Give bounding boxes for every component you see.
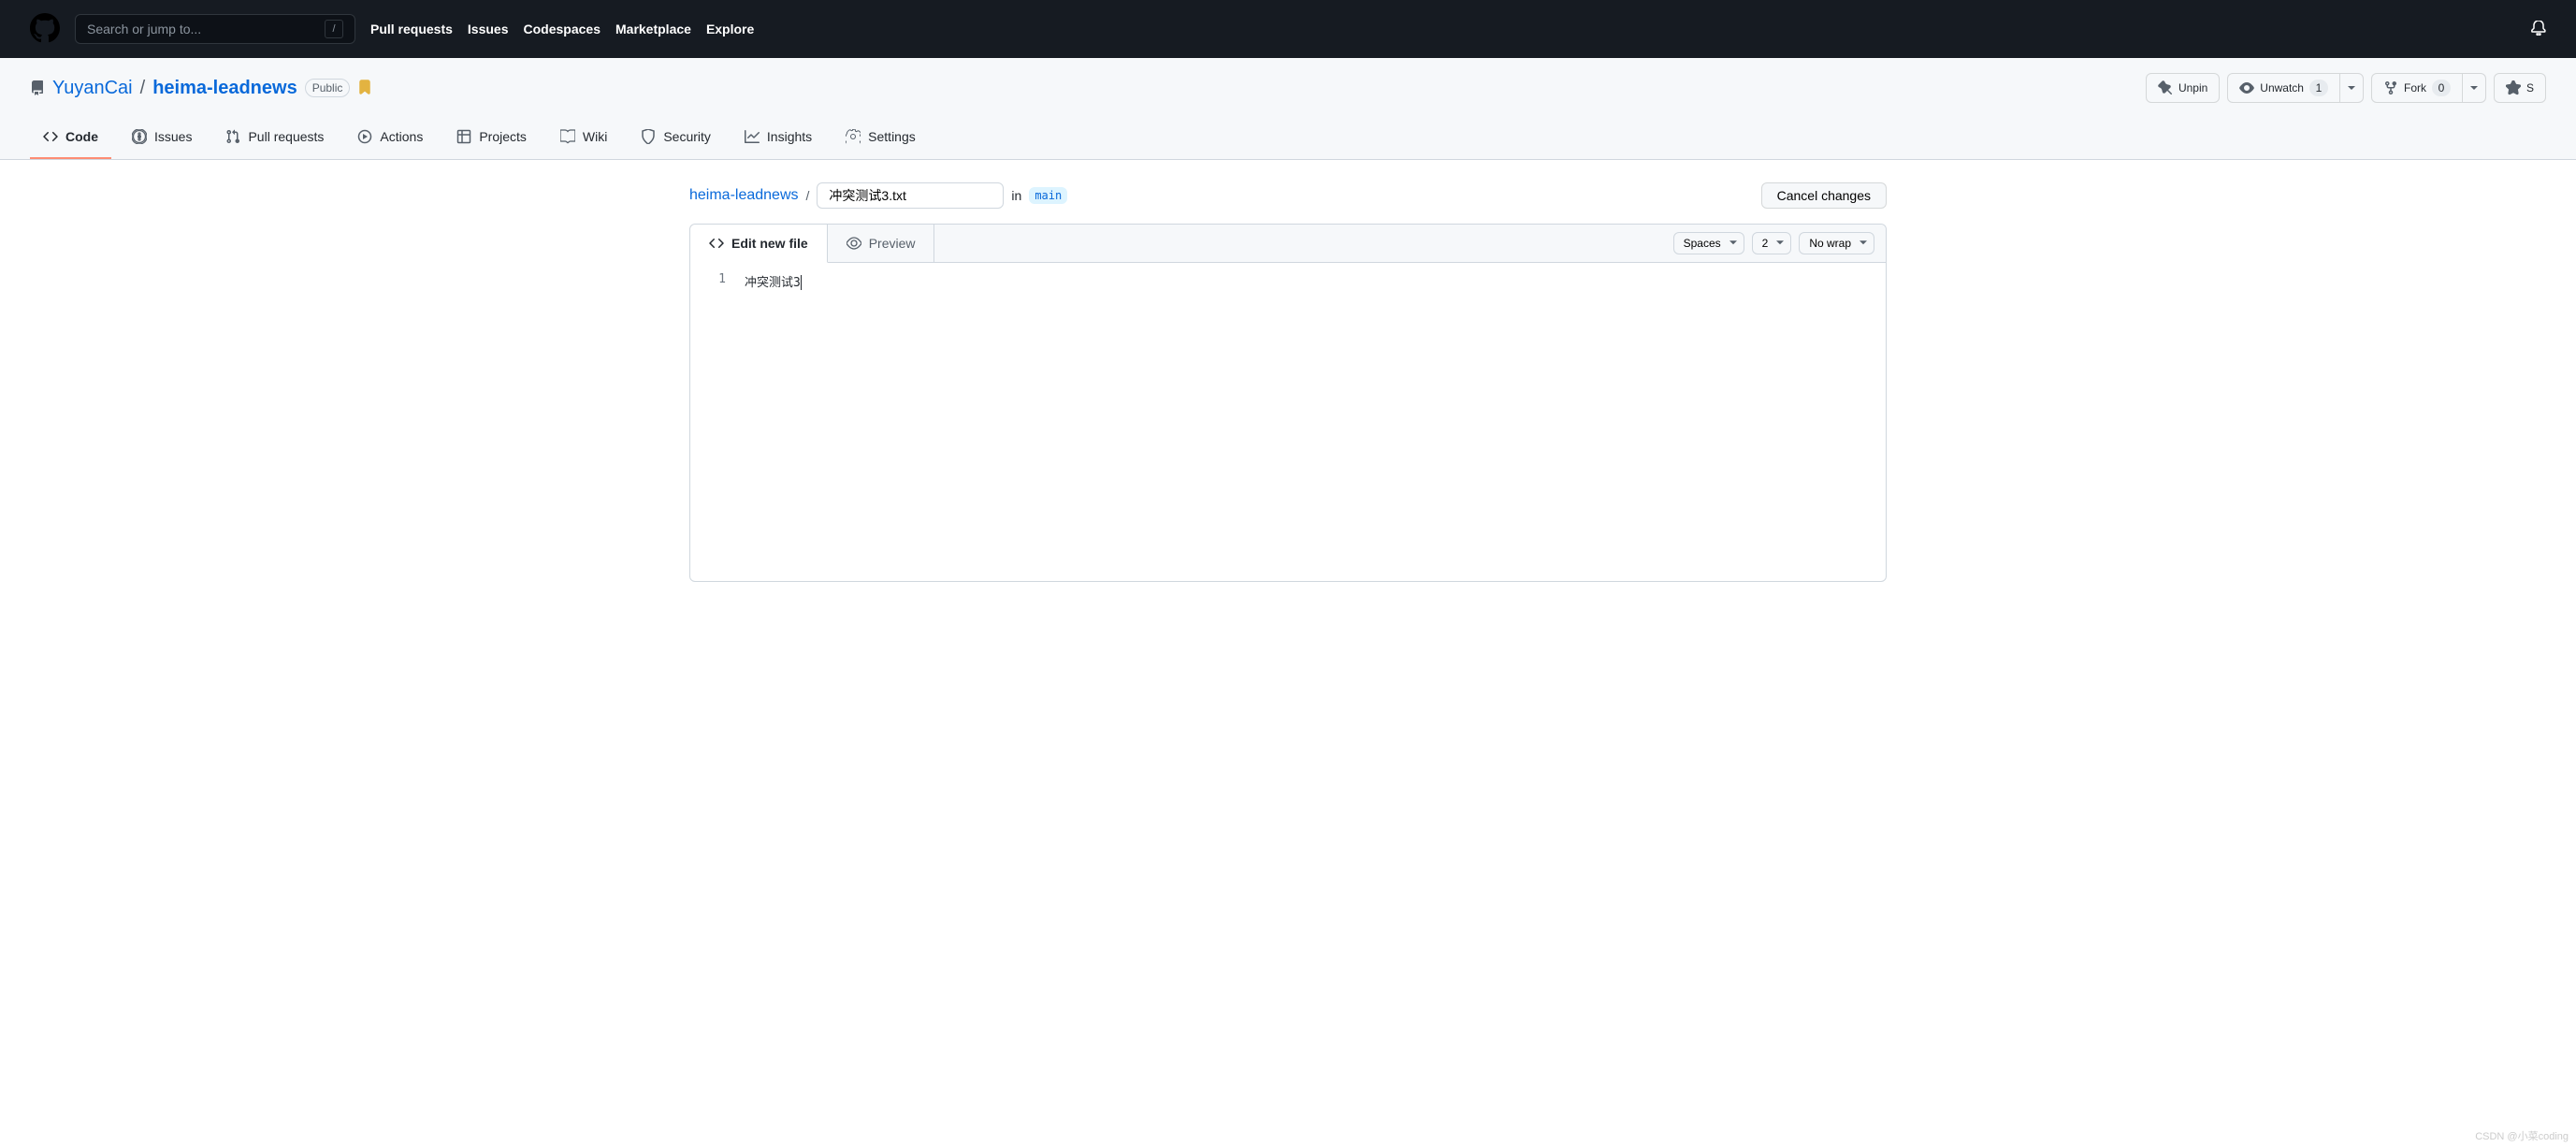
tab-pull-requests[interactable]: Pull requests — [212, 122, 337, 159]
nav-explore[interactable]: Explore — [706, 22, 754, 36]
tab-code[interactable]: Code — [30, 122, 111, 159]
tab-actions[interactable]: Actions — [344, 122, 436, 159]
visibility-badge: Public — [305, 79, 351, 97]
repo-header: YuyanCai / heima-leadnews Public Unpin U… — [0, 58, 2576, 160]
search-box[interactable]: / — [75, 14, 355, 44]
chevron-down-icon — [2470, 86, 2478, 91]
watermark: CSDN @小菜coding — [2475, 1128, 2569, 1143]
global-header: / Pull requests Issues Codespaces Market… — [0, 0, 2576, 58]
tab-edit-file[interactable]: Edit new file — [690, 225, 828, 263]
repo-link[interactable]: heima-leadnews — [152, 78, 297, 99]
watch-count: 1 — [2309, 80, 2328, 96]
nav-marketplace[interactable]: Marketplace — [615, 22, 691, 36]
filename-input[interactable] — [817, 182, 1004, 209]
code-text: 冲突测试3 — [745, 276, 801, 290]
indent-mode-select[interactable]: Spaces — [1673, 232, 1744, 254]
line-number: 1 — [702, 272, 726, 286]
tab-projects[interactable]: Projects — [443, 122, 540, 159]
slash-key-hint: / — [325, 20, 343, 38]
bookmark-icon[interactable] — [357, 80, 372, 97]
fork-label: Fork — [2404, 79, 2426, 97]
cancel-changes-button[interactable]: Cancel changes — [1761, 182, 1887, 209]
line-gutter: 1 — [690, 263, 737, 581]
text-cursor — [801, 275, 802, 290]
tab-settings[interactable]: Settings — [832, 122, 929, 159]
repo-icon — [30, 80, 45, 95]
in-label: in — [1011, 188, 1021, 203]
notifications-icon[interactable] — [2531, 21, 2546, 38]
tab-security[interactable]: Security — [628, 122, 724, 159]
star-label: S — [2526, 79, 2534, 97]
owner-link[interactable]: YuyanCai — [52, 78, 133, 99]
chevron-down-icon — [2348, 86, 2355, 91]
file-editor-container: heima-leadnews / in main Cancel changes … — [659, 182, 1917, 582]
branch-badge[interactable]: main — [1029, 187, 1067, 204]
global-nav: Pull requests Issues Codespaces Marketpl… — [370, 22, 754, 36]
indent-size-select[interactable]: 2 — [1752, 232, 1792, 254]
wrap-select[interactable]: No wrap — [1799, 232, 1874, 254]
unpin-button[interactable]: Unpin — [2146, 73, 2220, 103]
code-content[interactable]: 冲突测试3 — [737, 263, 1886, 581]
fork-dropdown[interactable] — [2463, 73, 2486, 103]
nav-codespaces[interactable]: Codespaces — [524, 22, 601, 36]
repo-tabs: Code Issues Pull requests Actions Projec… — [30, 122, 2546, 159]
star-button[interactable]: S — [2494, 73, 2546, 103]
watch-dropdown[interactable] — [2340, 73, 2364, 103]
unpin-label: Unpin — [2178, 79, 2207, 97]
tab-insights[interactable]: Insights — [731, 122, 825, 159]
breadcrumb: heima-leadnews / in main Cancel changes — [689, 182, 1887, 209]
github-logo[interactable] — [30, 13, 60, 46]
fork-count: 0 — [2432, 80, 2451, 96]
tab-wiki[interactable]: Wiki — [547, 122, 620, 159]
code-editor[interactable]: 1 冲突测试3 — [690, 263, 1886, 581]
path-sep: / — [140, 78, 146, 99]
unwatch-button[interactable]: Unwatch 1 — [2227, 73, 2340, 103]
nav-pull-requests[interactable]: Pull requests — [370, 22, 453, 36]
tab-issues[interactable]: Issues — [119, 122, 205, 159]
editor-box: Edit new file Preview Spaces 2 No wrap 1… — [689, 224, 1887, 582]
nav-issues[interactable]: Issues — [468, 22, 509, 36]
eye-icon — [847, 236, 861, 251]
unwatch-label: Unwatch — [2260, 79, 2304, 97]
tab-preview[interactable]: Preview — [828, 225, 935, 262]
fork-button[interactable]: Fork 0 — [2371, 73, 2463, 103]
search-input[interactable] — [87, 22, 325, 36]
editor-tabs: Edit new file Preview Spaces 2 No wrap — [690, 225, 1886, 263]
code-icon — [709, 236, 724, 251]
breadcrumb-repo[interactable]: heima-leadnews — [689, 187, 799, 204]
